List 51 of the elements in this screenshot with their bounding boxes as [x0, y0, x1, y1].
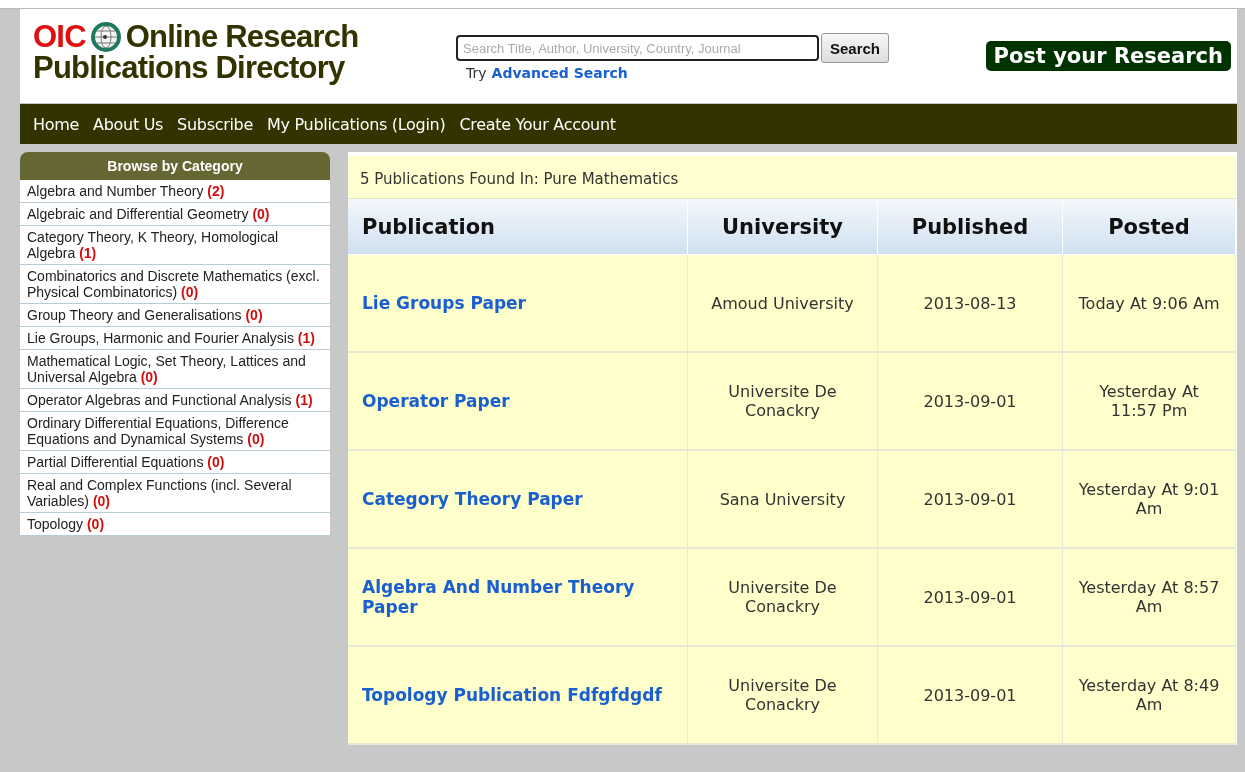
table-cell: Yesterday At 11:57 Pm	[1063, 353, 1236, 451]
publication-link[interactable]: Category Theory Paper	[362, 489, 583, 509]
table-cell: Today At 9:06 Am	[1063, 255, 1236, 353]
publication-link[interactable]: Lie Groups Paper	[362, 293, 526, 313]
category-link[interactable]: Combinatorics and Discrete Mathematics (excl. Physical Combinatorics) (0)	[20, 265, 330, 304]
table-cell: 2013-09-01	[878, 647, 1063, 745]
publication-link[interactable]: Operator Paper	[362, 391, 510, 411]
category-link[interactable]: Mathematical Logic, Set Theory, Lattices and Universal Algebra (0)	[20, 350, 330, 389]
table-cell: 2013-09-01	[878, 353, 1063, 451]
category-link[interactable]: Ordinary Differential Equations, Difference Equations and Dynamical Systems (0)	[20, 412, 330, 451]
nav-link[interactable]: My Publications (Login)	[260, 114, 453, 134]
post-research-button[interactable]: Post your Research	[985, 41, 1231, 71]
column-header: University	[688, 199, 878, 255]
category-link[interactable]: Partial Differential Equations (0)	[20, 451, 330, 474]
category-link[interactable]: Topology (0)	[20, 513, 330, 536]
column-header: Published	[878, 199, 1063, 255]
category-link[interactable]: Category Theory, K Theory, Homological Algebra (1)	[20, 226, 330, 265]
category-link[interactable]: Lie Groups, Harmonic and Fourier Analysis (1)	[20, 327, 330, 350]
table-cell: 2013-09-01	[878, 451, 1063, 549]
category-link[interactable]: Group Theory and Generalisations (0)	[20, 304, 330, 327]
site-title: Online Research	[125, 22, 359, 52]
results-summary: 5 Publications Found In: Pure Mathematics	[348, 156, 1236, 199]
search-field[interactable]: Search Title, Author, University, Country, Journal	[456, 35, 819, 61]
logo-mark: OIC	[33, 22, 86, 52]
table-cell: Universite De Conackry	[688, 549, 878, 647]
advanced-search-link[interactable]: Advanced Search	[491, 65, 628, 81]
category-link[interactable]: Real and Complex Functions (incl. Several Variables) (0)	[20, 474, 330, 513]
table-cell: Universite De Conackry	[688, 647, 878, 745]
nav-link[interactable]: About Us	[86, 114, 171, 134]
publication-link[interactable]: Topology Publication Fdfgfdgdf	[362, 685, 662, 705]
table-cell: Sana University	[688, 451, 878, 549]
search-button[interactable]: Search	[821, 33, 890, 63]
category-link[interactable]: Algebra and Number Theory (2)	[20, 180, 330, 203]
table-cell: Yesterday At 8:49 Am	[1063, 647, 1236, 745]
nav-link[interactable]: Create Your Account	[452, 114, 623, 134]
column-header: Posted	[1063, 199, 1236, 255]
column-header: Publication	[348, 199, 688, 255]
site-title: Publications Directory	[33, 53, 346, 83]
table-cell: 2013-09-01	[878, 549, 1063, 647]
table-cell: Universite De Conackry	[688, 353, 878, 451]
sidebar-heading: Browse by Category	[20, 152, 330, 180]
table-cell: Yesterday At 9:01 Am	[1063, 451, 1236, 549]
globe-logo-icon	[89, 21, 122, 53]
table-cell: Yesterday At 8:57 Am	[1063, 549, 1236, 647]
table-cell: Amoud University	[688, 255, 878, 353]
category-link[interactable]: Operator Algebras and Functional Analysis (1)	[20, 389, 330, 412]
nav-link[interactable]: Home	[26, 114, 87, 134]
hint-text: Try	[466, 65, 487, 81]
nav-link[interactable]: Subscribe	[170, 114, 261, 134]
category-link[interactable]: Algebraic and Differential Geometry (0)	[20, 203, 330, 226]
table-cell: 2013-08-13	[878, 255, 1063, 353]
